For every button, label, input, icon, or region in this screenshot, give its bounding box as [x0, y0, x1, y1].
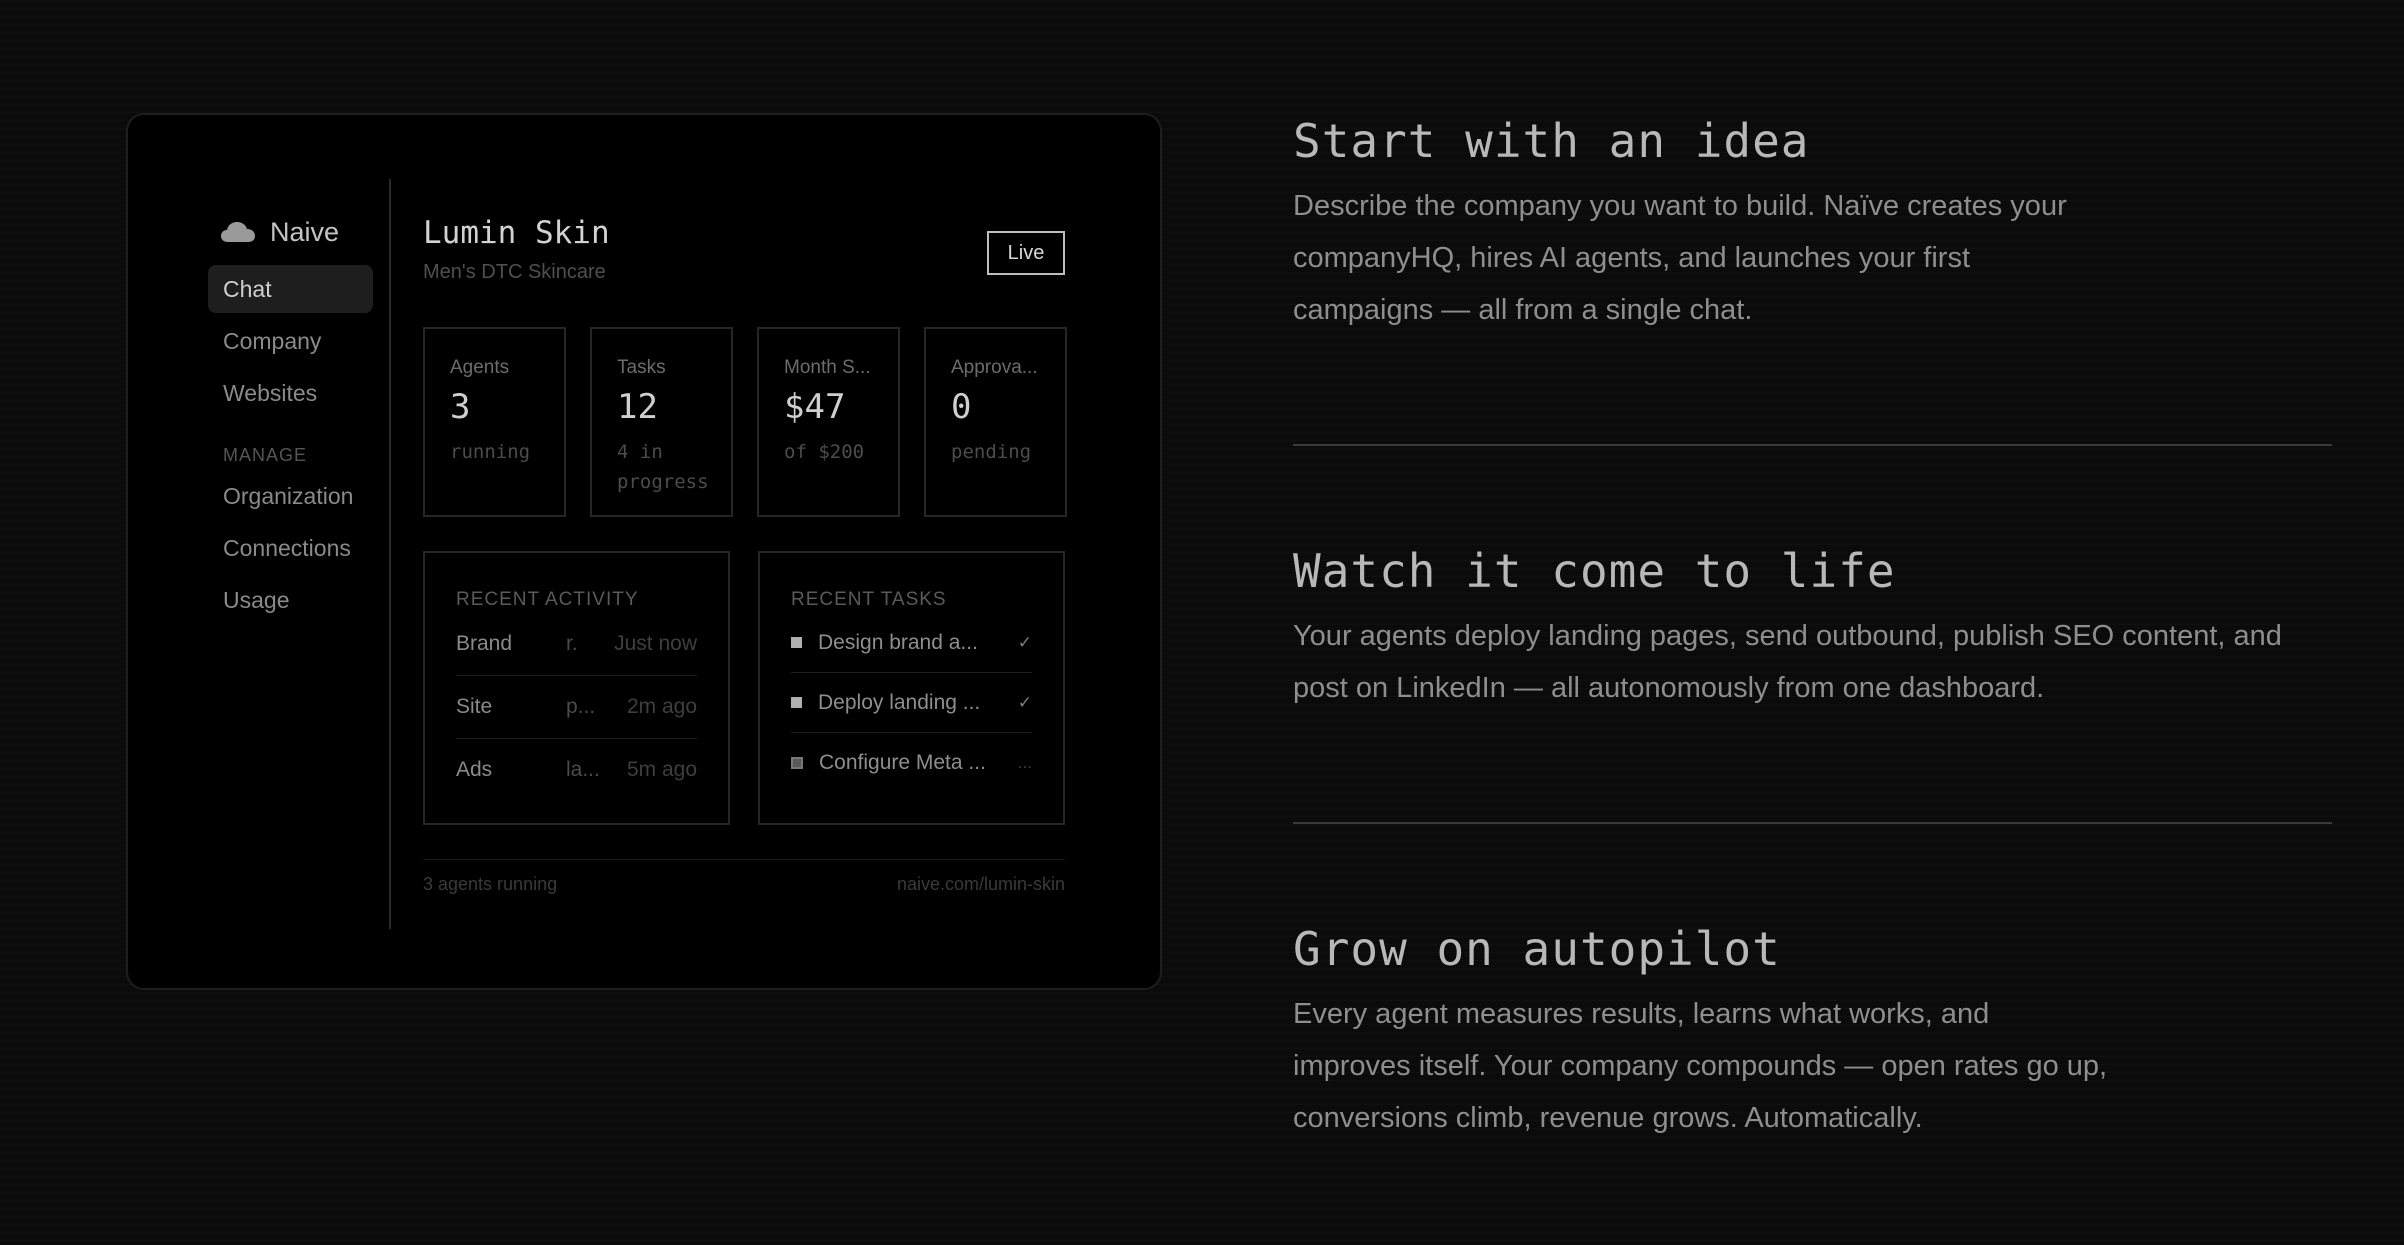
activity-detail: r. — [566, 632, 578, 655]
panel-heading: RECENT ACTIVITY — [456, 589, 639, 610]
activity-row[interactable]: Brand r. Just now — [456, 613, 697, 676]
task-row[interactable]: Design brand a... ✓ — [791, 613, 1032, 673]
task-pending-square-icon — [791, 756, 803, 769]
feature-title: Watch it come to life — [1293, 544, 1896, 598]
pending-status: ... — [1017, 752, 1032, 772]
feature-title: Grow on autopilot — [1293, 922, 1781, 976]
task-name: Design brand a... — [818, 630, 978, 654]
brand-name: Naive — [270, 216, 340, 247]
task-row[interactable]: Deploy landing ... ✓ — [791, 673, 1032, 733]
app-preview-window: Naive Chat Company Websites MANAGE Organ… — [126, 113, 1162, 990]
feature-description: Your agents deploy landing pages, send o… — [1293, 620, 2282, 704]
activity-name: Site — [456, 695, 493, 718]
task-row[interactable]: Configure Meta ... ... — [791, 733, 1032, 792]
activity-detail: p... — [566, 695, 594, 718]
feature-description: Describe the company you want to build. … — [1293, 190, 2067, 326]
feature-divider — [1293, 444, 2332, 446]
task-name: Deploy landing ... — [818, 690, 981, 714]
cloud-logo-icon — [221, 222, 255, 242]
company-url[interactable]: naive.com/lumin-skin — [897, 874, 1065, 895]
activity-time: 2m ago — [626, 695, 697, 718]
check-icon: ✓ — [1017, 692, 1032, 712]
activity-detail: la... — [566, 758, 600, 781]
nav-item-websites[interactable]: Websites — [208, 369, 373, 417]
panels-area: RECENT ACTIVITY Brand r. Just now Site p… — [423, 115, 1065, 992]
panel-heading: RECENT TASKS — [791, 589, 947, 610]
recent-activity-panel: RECENT ACTIVITY Brand r. Just now Site p… — [423, 551, 730, 825]
agents-running-text: 3 agents running — [423, 874, 558, 894]
task-done-square-icon — [791, 637, 802, 648]
task-name: Configure Meta ... — [819, 750, 986, 774]
nav-section-manage: MANAGE — [223, 445, 308, 465]
activity-time: 5m ago — [626, 758, 697, 781]
task-done-square-icon — [791, 697, 802, 708]
recent-tasks-panel: RECENT TASKS Design brand a... ✓ Deploy … — [758, 551, 1065, 825]
feature-grow: Grow on autopilot Every agent measures r… — [1293, 922, 2333, 1144]
sidebar: Naive Chat Company Websites MANAGE Organ… — [208, 215, 373, 624]
activity-name: Brand — [456, 632, 513, 655]
brand[interactable]: Naive — [208, 215, 373, 249]
activity-row[interactable]: Ads la... 5m ago — [456, 739, 697, 801]
activity-name: Ads — [456, 758, 493, 781]
feature-watch: Watch it come to life Your agents deploy… — [1293, 544, 2333, 714]
nav-item-company[interactable]: Company — [208, 317, 373, 365]
nav-item-connections[interactable]: Connections — [208, 524, 373, 572]
activity-time: Just now — [614, 632, 697, 655]
dashboard-footer: 3 agents running naive.com/lumin-skin — [423, 859, 1065, 895]
check-icon: ✓ — [1017, 632, 1032, 652]
sidebar-divider — [389, 179, 391, 929]
feature-title: Start with an idea — [1293, 114, 1810, 168]
nav-item-usage[interactable]: Usage — [208, 576, 373, 624]
nav-item-organization[interactable]: Organization — [208, 472, 373, 520]
feature-divider — [1293, 822, 2332, 824]
activity-row[interactable]: Site p... 2m ago — [456, 676, 697, 739]
nav-item-chat[interactable]: Chat — [208, 265, 373, 313]
feature-start: Start with an idea Describe the company … — [1293, 114, 2333, 336]
feature-description: Every agent measures results, learns wha… — [1293, 998, 2108, 1134]
